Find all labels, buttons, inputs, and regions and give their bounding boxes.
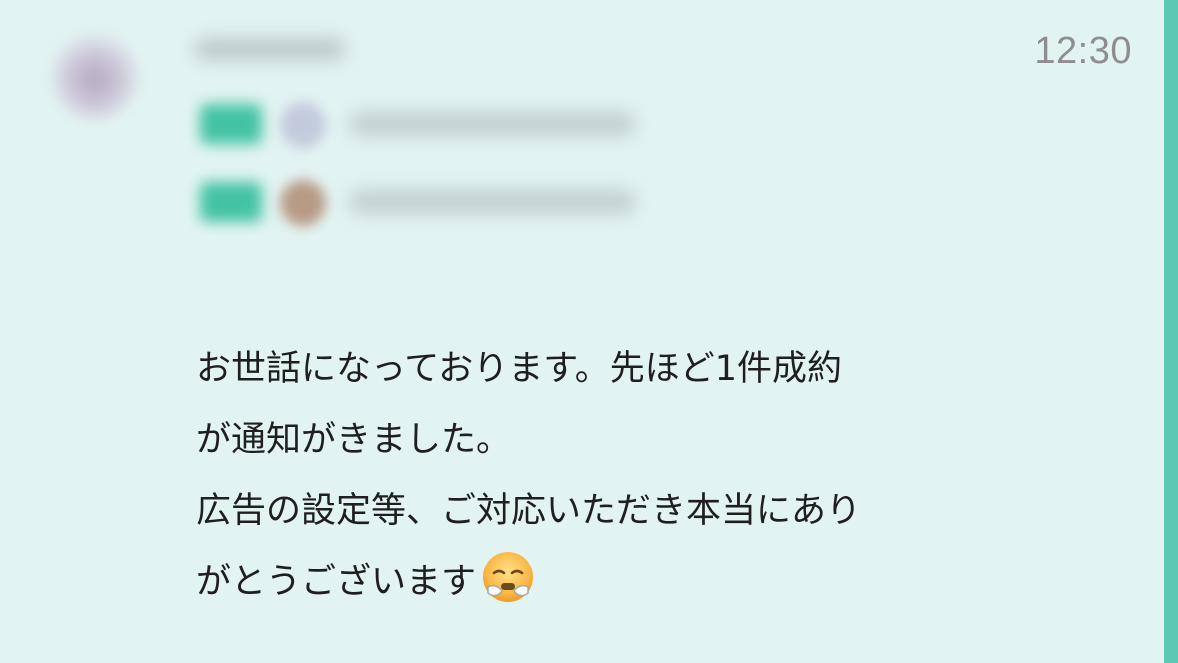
- reaction-row-blurred: [200, 176, 640, 228]
- tag-blurred: [200, 182, 262, 222]
- message-body: お世話になっております。先ほど1件成約 が通知がきました。 広告の設定等、ご対応…: [196, 334, 1116, 618]
- reaction-row-blurred: [200, 98, 640, 150]
- text-blurred: [350, 112, 635, 136]
- tag-blurred: [200, 104, 262, 144]
- message-card[interactable]: 12:30 お世話になっております。先ほど1件成約 が通知がきました。 広告の設…: [0, 0, 1178, 663]
- mini-avatar-blurred: [280, 180, 326, 226]
- text-blurred: [350, 190, 635, 214]
- message-line-last: がとうございます: [196, 547, 1116, 618]
- sender-name-blurred: [195, 38, 345, 60]
- sender-avatar-blurred[interactable]: [50, 30, 140, 120]
- crying-face-emoji-icon: [480, 549, 536, 605]
- message-line: が通知がきました。: [196, 420, 512, 460]
- message-timestamp: 12:30: [1034, 30, 1132, 72]
- message-line: 広告の設定等、ご対応いただき本当にあり: [196, 491, 862, 531]
- message-line: お世話になっております。先ほど1件成約: [196, 349, 842, 389]
- mini-avatar-blurred: [280, 102, 326, 148]
- accent-bar: [1164, 0, 1178, 663]
- message-line-text: がとうございます: [196, 562, 477, 602]
